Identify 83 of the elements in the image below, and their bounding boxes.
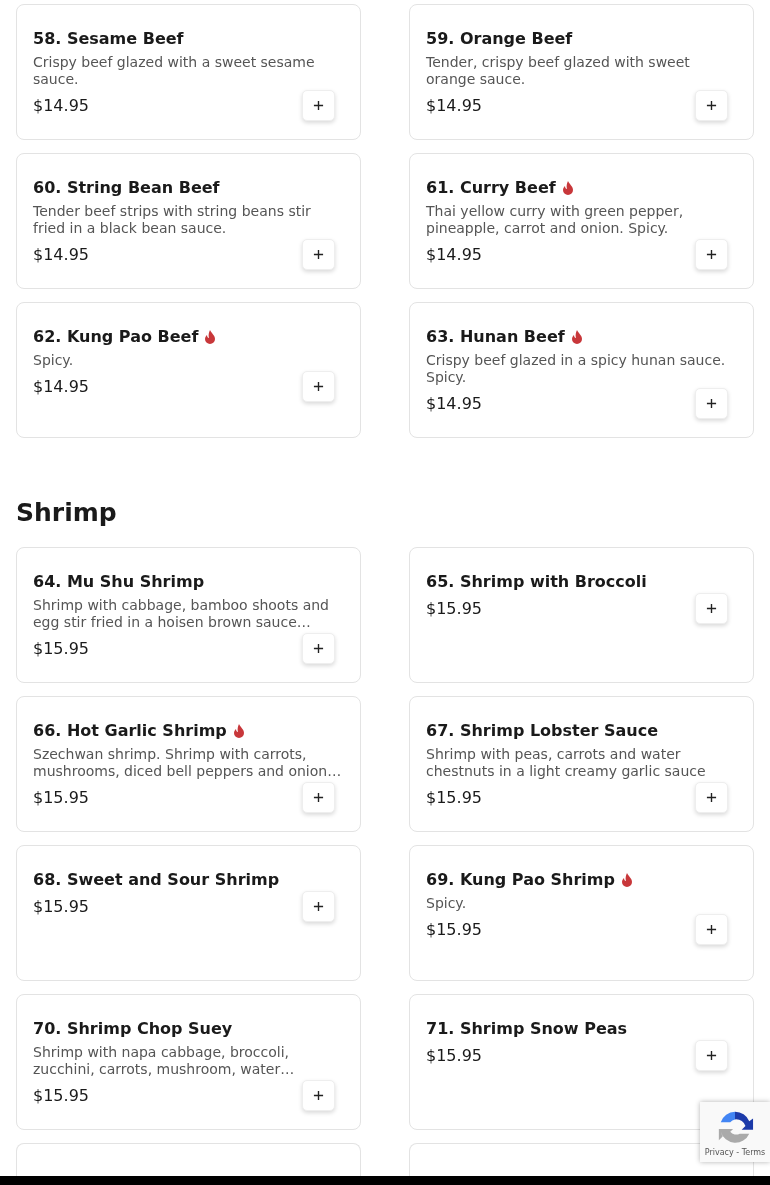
dish-name: 59. Orange Beef [426,29,573,48]
plus-icon [706,249,717,260]
dish-description: Crispy beef glazed with a sweet sesame sauce. [33,54,316,88]
dish-name: 68. Sweet and Sour Shrimp [33,870,280,889]
add-button[interactable] [695,1040,728,1071]
dish-price: $15.95 [33,639,89,658]
add-button[interactable] [695,90,728,121]
dish-name: 58. Sesame Beef [33,29,184,48]
menu-item-card[interactable]: 71. Shrimp Snow Peas $15.95 [409,994,754,1130]
dish-name: 71. Shrimp Snow Peas [426,1019,628,1038]
menu-item-card[interactable]: 64. Mu Shu Shrimp Shrimp with cabbage, bamboo shoots and egg stir fried in a hoisen brown sauce… $15.95 [16,547,361,683]
plus-icon [706,924,717,935]
menu-item-card[interactable]: 68. Sweet and Sour Shrimp $15.95 [16,845,361,981]
add-button[interactable] [695,782,728,813]
plus-icon [706,603,717,614]
dish-name: 64. Mu Shu Shrimp [33,572,205,591]
add-button[interactable] [302,782,335,813]
dish-price: $14.95 [426,245,482,264]
menu-item-card[interactable]: 62. Kung Pao Beef Spicy. $14.95 [16,302,361,438]
add-button[interactable] [302,90,335,121]
plus-icon [313,1090,324,1101]
dish-name: 63. Hunan Beef [426,327,565,346]
dish-price: $14.95 [33,245,89,264]
menu-item-card[interactable]: 66. Hot Garlic Shrimp Szechwan shrimp. Shrimp with carrots, mushrooms, diced bell peppers and onion… $15.95 [16,696,361,832]
plus-icon [313,249,324,260]
dish-name: 65. Shrimp with Broccoli [426,572,647,591]
menu-item-card[interactable]: 69. Kung Pao Shrimp Spicy. $15.95 [409,845,754,981]
add-button[interactable] [302,633,335,664]
plus-icon [313,381,324,392]
dish-price: $15.95 [33,788,89,807]
dish-description: Spicy. [33,352,75,369]
dish-description: Tender beef strips with string beans stir fried in a black bean sauce. [33,203,312,237]
plus-icon [706,792,717,803]
privacy-terms-links[interactable]: Privacy - Terms [704,1147,766,1157]
dish-price: $15.95 [426,920,482,939]
dish-description: Spicy. [426,895,468,912]
dish-description: Thai yellow curry with green pepper, pineapple, carrot and onion. Spicy. [426,203,685,237]
menu-item-card[interactable]: 58. Sesame Beef Crispy beef glazed with a sweet sesame sauce. $14.95 [16,4,361,140]
plus-icon [313,901,324,912]
menu-item-card[interactable]: 59. Orange Beef Tender, crispy beef glazed with sweet orange sauce. $14.95 [409,4,754,140]
dish-price: $15.95 [426,1046,482,1065]
dish-price: $14.95 [426,96,482,115]
dish-name: 69. Kung Pao Shrimp [426,870,615,889]
dish-price: $14.95 [33,96,89,115]
dish-description: Shrimp with cabbage, bamboo shoots and egg stir fried in a hoisen brown sauce… [33,597,330,631]
dish-price: $14.95 [426,394,482,413]
plus-icon [313,100,324,111]
plus-icon [313,643,324,654]
dish-description: Crispy beef glazed in a spicy hunan sauce. Spicy. [426,352,727,386]
add-button[interactable] [695,914,728,945]
add-button[interactable] [695,388,728,419]
dish-price: $15.95 [33,1086,89,1105]
plus-icon [706,1050,717,1061]
section-heading: Shrimp [16,498,118,527]
dish-name: 62. Kung Pao Beef [33,327,199,346]
menu-item-card[interactable]: 61. Curry Beef Thai yellow curry with green pepper, pineapple, carrot and onion. Spicy. $14.95 [409,153,754,289]
dish-name: 70. Shrimp Chop Suey [33,1019,233,1038]
dish-price: $15.95 [426,788,482,807]
menu-item-card[interactable]: 70. Shrimp Chop Suey Shrimp with napa cabbage, broccoli, zucchini, carrots, mushroom, water… $15.95 [16,994,361,1130]
dish-price: $14.95 [33,377,89,396]
dish-name: 67. Shrimp Lobster Sauce [426,721,659,740]
add-button[interactable] [302,1080,335,1111]
dish-name: 61. Curry Beef [426,178,556,197]
plus-icon [706,100,717,111]
menu-item-card[interactable]: 65. Shrimp with Broccoli $15.95 [409,547,754,683]
dish-name: 66. Hot Garlic Shrimp [33,721,227,740]
dish-price: $15.95 [33,897,89,916]
menu-item-card[interactable]: 67. Shrimp Lobster Sauce Shrimp with peas, carrots and water chestnuts in a light creamy garlic sauce $15.95 [409,696,754,832]
add-button[interactable] [695,593,728,624]
add-button[interactable] [302,239,335,270]
menu-item-card[interactable]: 60. String Bean Beef Tender beef strips with string beans stir fried in a black bean sauce. $14.95 [16,153,361,289]
dish-description: Tender, crispy beef glazed with sweet orange sauce. [426,54,691,88]
add-button[interactable] [302,371,335,402]
dish-description: Szechwan shrimp. Shrimp with carrots, mushrooms, diced bell peppers and onion… [33,746,343,780]
menu-item-card[interactable]: 63. Hunan Beef Crispy beef glazed in a spicy hunan sauce. Spicy. $14.95 [409,302,754,438]
dish-name: 60. String Bean Beef [33,178,220,197]
add-button[interactable] [302,891,335,922]
dish-price: $15.95 [426,599,482,618]
dish-description: Shrimp with peas, carrots and water chestnuts in a light creamy garlic sauce [426,746,707,780]
plus-icon [313,792,324,803]
dish-description: Shrimp with napa cabbage, broccoli, zucchini, carrots, mushroom, water… [33,1044,296,1078]
add-button[interactable] [695,239,728,270]
plus-icon [706,398,717,409]
